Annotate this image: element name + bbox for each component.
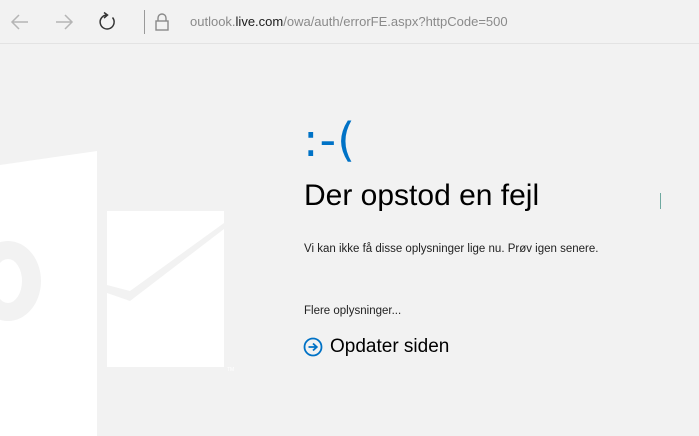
text-caret [660,193,661,209]
back-button[interactable] [6,8,34,36]
forward-button[interactable] [50,8,78,36]
lock-icon [155,13,169,31]
error-title: Der opstod en fejl [304,179,540,212]
error-page: TM :-( Der opstod en fejl Vi kan ikke få… [0,45,699,436]
circle-arrow-right-icon [303,337,323,357]
refresh-icon [99,11,115,30]
outlook-logo: TM [0,151,234,436]
arrow-left-icon [10,14,28,30]
refresh-page-label: Opdater siden [330,336,450,357]
refresh-page-link[interactable]: Opdater siden [303,334,449,360]
browser-toolbar: outlook.live.com/owa/auth/errorFE.aspx?h… [0,0,699,44]
trademark-mark: TM [227,367,234,373]
error-message: Vi kan ikke få disse oplysninger lige nu… [304,243,599,255]
address-bar[interactable]: outlook.live.com/owa/auth/errorFE.aspx?h… [190,14,508,32]
url-host: live.com [235,14,284,29]
url-path: /owa/auth/errorFE.aspx?httpCode=500 [283,14,508,29]
arrow-right-icon [56,14,74,30]
url-prefix: outlook. [190,14,236,29]
toolbar-divider [144,10,145,34]
more-info-link[interactable]: Flere oplysninger... [304,305,401,317]
sad-emoticon: :-( [303,113,357,167]
refresh-button[interactable] [93,8,121,36]
